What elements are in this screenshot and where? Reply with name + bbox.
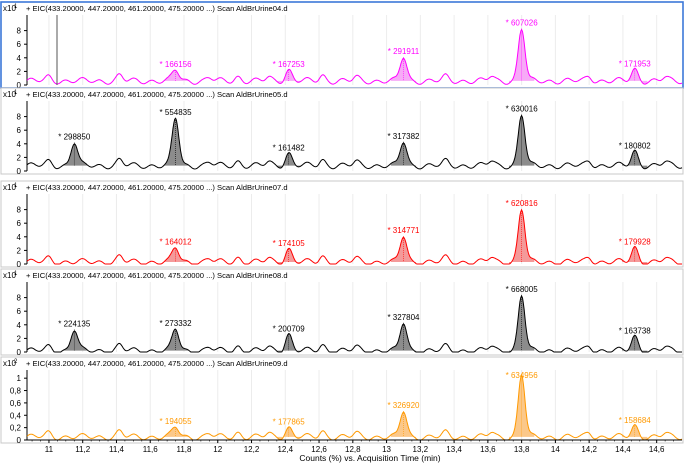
x-tick-label: 12,4 <box>277 445 293 454</box>
panel-frame[interactable] <box>0 87 684 175</box>
x-tick-label: 11,8 <box>177 445 193 454</box>
y-tick-label: 0,2 <box>10 424 22 433</box>
panel-frame[interactable] <box>0 180 684 268</box>
y-tick-label: 6 <box>17 126 22 135</box>
x-tick-label: 14 <box>551 445 560 454</box>
y-tick-label: 2 <box>17 246 22 255</box>
peak-label: * 200709 <box>273 324 306 333</box>
x-tick-label: 13,6 <box>480 445 496 454</box>
peak-label: * 327804 <box>387 313 420 322</box>
y-tick-label: 2 <box>17 334 22 343</box>
y-tick-label: 4 <box>17 54 22 63</box>
chromatogram-panels: 02468x101 + EIC(433.20000, 447.20000, 461… <box>0 1 684 445</box>
y-tick-label: 2 <box>17 67 22 76</box>
chromatogram-stack: 02468x101 + EIC(433.20000, 447.20000, 461… <box>0 1 684 463</box>
panel-title: + EIC(433.20000, 447.20000, 461.20000, 4… <box>26 4 288 13</box>
panel-frame[interactable] <box>0 268 684 356</box>
y-tick-label: 6 <box>17 40 22 49</box>
peak-label: * 166156 <box>160 60 193 69</box>
y-tick-label: 0,4 <box>10 411 22 420</box>
x-axis-label: Counts (%) vs. Acquisition Time (min) <box>299 453 440 463</box>
peak-label: * 314771 <box>387 226 420 235</box>
y-tick-label: 8 <box>17 206 22 215</box>
peak-label: * 194055 <box>160 417 193 426</box>
peak-label: * 630016 <box>506 105 539 114</box>
x-tick-label: 11,2 <box>75 445 91 454</box>
y-tick-label: 8 <box>17 294 22 303</box>
x-tick-label: 12 <box>213 445 222 454</box>
y-tick-label: 4 <box>17 233 22 242</box>
peak-label: * 326920 <box>387 401 420 410</box>
peak-label: * 164012 <box>160 238 193 247</box>
peak-label: * 317382 <box>387 132 420 141</box>
y-tick-label: 8 <box>17 27 22 36</box>
panel-5: 00,20,40,60,81x102 + EIC(433.20000, 447.2… <box>0 356 684 445</box>
x-tick-label: 11 <box>45 445 54 454</box>
peak-label: * 298850 <box>58 132 91 141</box>
x-tick-label: 11,4 <box>109 445 125 454</box>
x-tick-label: 13,8 <box>514 445 530 454</box>
panel-title: + EIC(433.20000, 447.20000, 461.20000, 4… <box>26 271 288 280</box>
peak-label: * 224135 <box>58 320 91 329</box>
panel-frame[interactable] <box>0 1 684 89</box>
y-tick-label: 6 <box>17 219 22 228</box>
peak-label: * 174105 <box>273 239 306 248</box>
peak-label: * 668005 <box>506 285 539 294</box>
peak-label: * 179928 <box>619 238 652 247</box>
y-tick-label: 1 <box>17 374 22 383</box>
y-tick-label: 4 <box>17 140 22 149</box>
peak-label: * 167253 <box>273 60 306 69</box>
peak-label: * 177865 <box>273 418 306 427</box>
peak-label: * 634956 <box>506 371 539 380</box>
peak-label: * 554835 <box>160 108 193 117</box>
peak-label: * 171953 <box>619 59 652 68</box>
panel-1: 02468x101 + EIC(433.20000, 447.20000, 461… <box>0 1 684 90</box>
panel-frame[interactable] <box>0 356 684 444</box>
peak-label: * 180802 <box>619 141 652 150</box>
panel-4: 02468x101 + EIC(433.20000, 447.20000, 461… <box>0 268 684 357</box>
y-tick-label: 8 <box>17 113 22 122</box>
peak-label: * 273332 <box>160 319 193 328</box>
x-tick-label: 14,6 <box>649 445 665 454</box>
y-tick-label: 0,6 <box>10 399 22 408</box>
y-tick-label: 0,8 <box>10 387 22 396</box>
x-tick-label: 14,2 <box>581 445 597 454</box>
y-tick-label: 0 <box>17 260 22 269</box>
panel-title: + EIC(433.20000, 447.20000, 461.20000, 4… <box>26 90 288 99</box>
y-tick-label: 6 <box>17 307 22 316</box>
x-tick-label: 14,4 <box>615 445 631 454</box>
peak-label: * 607026 <box>506 19 539 28</box>
x-tick-label: 12,2 <box>244 445 260 454</box>
panel-2: 02468x101 + EIC(433.20000, 447.20000, 461… <box>0 87 684 176</box>
peak-label: * 291911 <box>388 47 420 56</box>
peak-label: * 620816 <box>506 199 539 208</box>
panel-3: 02468x101 + EIC(433.20000, 447.20000, 461… <box>0 180 684 269</box>
y-tick-label: 0 <box>17 348 22 357</box>
peak-label: * 161482 <box>273 143 306 152</box>
peak-label: * 158684 <box>619 416 652 425</box>
x-tick-label: 13,4 <box>446 445 462 454</box>
y-tick-label: 2 <box>17 153 22 162</box>
y-tick-label: 0 <box>17 436 22 445</box>
x-tick-label: 11,6 <box>143 445 159 454</box>
panel-title: + EIC(433.20000, 447.20000, 461.20000, 4… <box>26 183 288 192</box>
y-tick-label: 4 <box>17 321 22 330</box>
y-tick-label: 0 <box>17 167 22 176</box>
peak-label: * 163738 <box>619 326 652 335</box>
panel-title: + EIC(433.20000, 447.20000, 461.20000, 4… <box>26 359 288 368</box>
